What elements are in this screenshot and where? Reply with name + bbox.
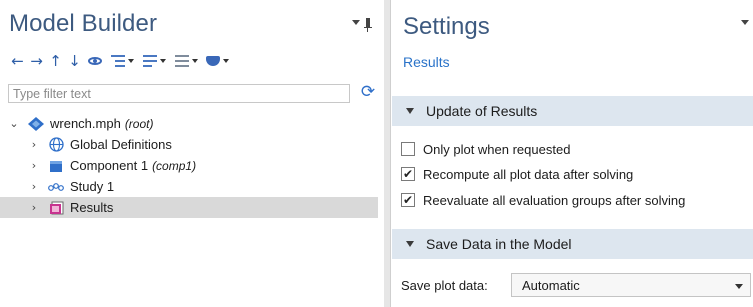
expand-icon[interactable] — [106, 52, 138, 70]
tree-node-study-1[interactable]: › Study 1 — [28, 176, 114, 197]
chevron-down-icon[interactable]: ⌄ — [8, 117, 20, 130]
panel-menu — [741, 18, 753, 27]
panel-title: Settings — [403, 13, 490, 40]
checkbox-only-plot-requested[interactable]: Only plot when requested — [401, 139, 570, 159]
panel-title: Model Builder — [9, 10, 158, 37]
checkbox-label: Only plot when requested — [423, 141, 571, 157]
save-plot-data-label: Save plot data: — [401, 277, 488, 293]
section-update-of-results[interactable]: Update of Results — [392, 96, 753, 126]
arrow-left-icon[interactable]: ← — [8, 52, 27, 70]
study-icon — [48, 179, 64, 195]
tree-node-label: Global Definitions — [70, 137, 172, 152]
chevron-right-icon[interactable]: › — [28, 201, 40, 214]
panel-menu — [352, 18, 372, 32]
chevron-right-icon[interactable]: › — [28, 180, 40, 193]
checkbox-checked[interactable]: ✔ — [401, 193, 415, 207]
arrow-right-icon[interactable]: → — [27, 52, 46, 70]
chevron-right-icon[interactable]: › — [28, 159, 40, 172]
tree-node-root[interactable]: ⌄ wrench.mph (root) — [8, 113, 153, 134]
panel-dropdown-icon[interactable] — [352, 20, 360, 25]
tree-node-label: Study 1 — [70, 179, 115, 194]
checkbox-label: Reevaluate all evaluation groups after s… — [423, 192, 686, 208]
arrow-up-icon[interactable]: ↑ — [46, 52, 65, 70]
checkbox-recompute-plot-data[interactable]: ✔ Recompute all plot data after solving — [401, 164, 633, 184]
settings-panel: Settings Results Update of Results Only … — [390, 0, 753, 307]
model-icon — [28, 116, 44, 132]
collapse-icon[interactable] — [138, 52, 170, 70]
build-icon[interactable] — [202, 52, 232, 70]
tree-node-label: Results — [70, 200, 114, 215]
settings-node-name: Results — [403, 54, 450, 70]
filter-input[interactable] — [9, 85, 349, 102]
globe-icon — [48, 137, 64, 153]
model-builder-panel: Model Builder ← → ↑ ↓ Type filter text ⟳… — [0, 0, 384, 307]
caret-down-icon — [406, 108, 414, 114]
checkbox-reevaluate-groups[interactable]: ✔ Reevaluate all evaluation groups after… — [401, 190, 685, 210]
model-builder-toolbar: ← → ↑ ↓ — [8, 52, 232, 70]
tree-node-results[interactable]: › Results — [0, 197, 378, 218]
checkbox-unchecked[interactable] — [401, 142, 415, 156]
filter-field[interactable] — [8, 84, 350, 103]
component-icon — [48, 158, 64, 174]
tree-node-tag: (comp1) — [152, 158, 197, 173]
arrow-down-icon[interactable]: ↓ — [65, 52, 84, 70]
save-plot-data-select[interactable]: Automatic — [511, 273, 751, 297]
tree-node-label: wrench.mph — [50, 116, 121, 131]
caret-down-icon — [406, 241, 414, 247]
section-save-data[interactable]: Save Data in the Model — [392, 229, 753, 259]
tree-node-global-definitions[interactable]: › Global Definitions — [28, 134, 172, 155]
section-title: Update of Results — [426, 103, 538, 119]
tree-node-tag: (root) — [124, 116, 154, 131]
show-icon[interactable] — [84, 52, 106, 70]
chevron-down-icon — [735, 284, 743, 289]
layout-icon[interactable] — [170, 52, 202, 70]
results-icon — [48, 200, 64, 216]
select-value: Automatic — [522, 277, 580, 293]
refresh-icon[interactable]: ⟳ — [358, 82, 378, 102]
tree-node-label: Component 1 — [70, 158, 149, 173]
tree-node-component-1[interactable]: › Component 1 (comp1) — [28, 155, 196, 176]
save-plot-data-row: Save plot data: Automatic — [401, 273, 751, 297]
pin-icon[interactable] — [364, 18, 372, 32]
checkbox-label: Recompute all plot data after solving — [423, 166, 634, 182]
checkbox-checked[interactable]: ✔ — [401, 167, 415, 181]
panel-dropdown-icon[interactable] — [741, 20, 749, 25]
section-title: Save Data in the Model — [426, 236, 572, 252]
chevron-right-icon[interactable]: › — [28, 138, 40, 151]
